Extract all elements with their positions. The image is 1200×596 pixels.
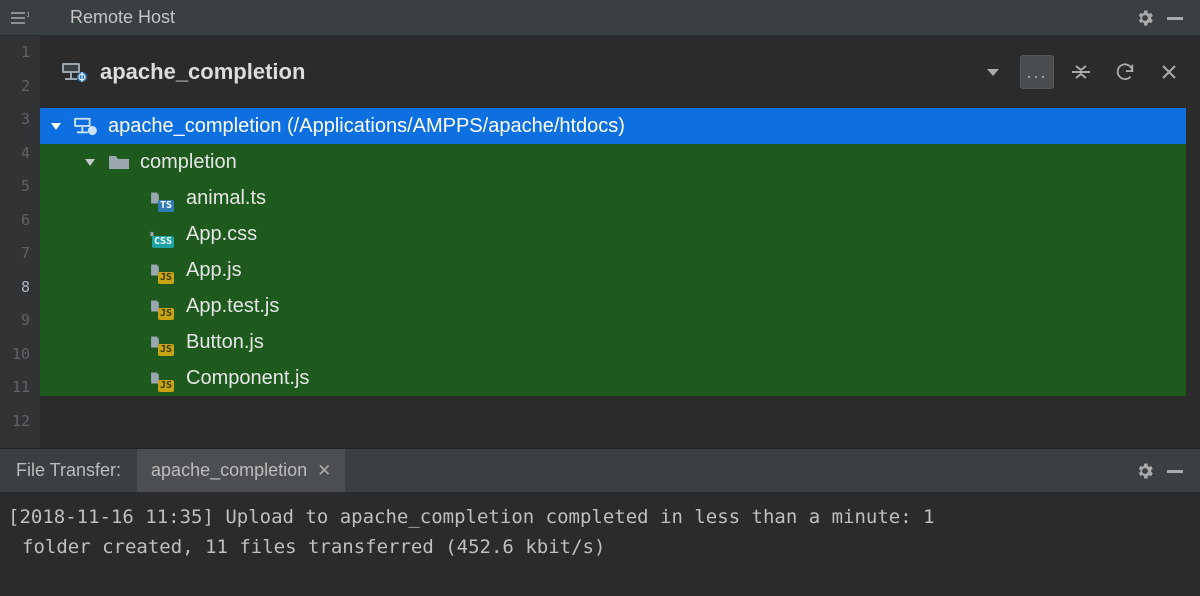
file-transfer-title: File Transfer: [0,460,137,481]
line-number: 10 [0,338,40,372]
tree-node-label: Component.js [186,367,309,390]
line-number: 6 [0,204,40,238]
server-toolbar: apache_completion ... [40,36,1200,108]
log-line: [2018-11-16 11:35] Upload to apache_comp… [8,506,935,528]
browse-button[interactable]: ... [1020,55,1054,89]
close-icon[interactable] [1152,55,1186,89]
tree-node-file[interactable]: JS App.test.js [40,288,1186,324]
line-number: 11 [0,371,40,405]
tree-node-file[interactable]: JS Component.js [40,360,1186,396]
tree-node-label: App.test.js [186,295,279,318]
remote-host-panel: apache_completion ... [40,36,1200,448]
css-file-icon: CSS [150,224,176,244]
tree-node-folder[interactable]: completion [40,144,1186,180]
server-dropdown-icon[interactable] [976,55,1010,89]
hide-icon[interactable] [1160,3,1190,33]
js-file-icon: JS [150,368,176,388]
file-transfer-log[interactable]: [2018-11-16 11:35] Upload to apache_comp… [0,492,1200,596]
file-transfer-header: File Transfer: apache_completion ✕ [0,448,1200,492]
collapse-all-icon[interactable] [1064,55,1098,89]
tree-node-file[interactable]: JS Button.js [40,324,1186,360]
js-file-icon: JS [150,260,176,280]
server-name: apache_completion [100,59,305,85]
tree-node-file[interactable]: JS App.js [40,252,1186,288]
line-number: 7 [0,237,40,271]
line-number: 4 [0,137,40,171]
editor-gutter: 1 2 3 4 5 6 7 8 9 10 11 12 [0,36,40,448]
tree-node-label: App.js [186,259,242,282]
tree-node-root[interactable]: apache_completion (/Applications/AMPPS/a… [40,108,1186,144]
file-transfer-tab-label: apache_completion [151,460,307,481]
tab-close-icon[interactable]: ✕ [317,461,331,481]
toolwindow-title: Remote Host [70,7,175,28]
refresh-icon[interactable] [1108,55,1142,89]
line-number: 8 [0,271,40,305]
tree-node-file[interactable]: TS animal.ts [40,180,1186,216]
tree-node-label: App.css [186,223,257,246]
line-number: 5 [0,170,40,204]
js-file-icon: JS [150,296,176,316]
tree-node-label: Button.js [186,331,264,354]
chevron-down-icon[interactable] [84,156,98,168]
server-icon [62,61,88,83]
tree-node-file[interactable]: CSS App.css [40,216,1186,252]
tree-node-label: animal.ts [186,187,266,210]
gutter-menu-icon[interactable]: 1 [0,11,40,25]
js-file-icon: JS [150,332,176,352]
file-transfer-tab[interactable]: apache_completion ✕ [137,449,345,492]
gear-icon[interactable] [1130,456,1160,486]
line-number: 3 [0,103,40,137]
chevron-down-icon[interactable] [50,120,64,132]
line-number: 1 [0,36,40,70]
tree-node-label: completion [140,151,237,174]
folder-icon [108,153,130,171]
log-line: folder created, 11 files transferred (45… [8,532,1192,562]
line-number: 2 [0,70,40,104]
tree-node-label: apache_completion (/Applications/AMPPS/a… [108,115,625,138]
toolwindow-header: 1 Remote Host [0,0,1200,36]
svg-text:1: 1 [26,11,29,19]
line-number: 12 [0,405,40,439]
hide-icon[interactable] [1160,456,1190,486]
line-number: 9 [0,304,40,338]
gear-icon[interactable] [1130,3,1160,33]
remote-tree[interactable]: apache_completion (/Applications/AMPPS/a… [40,108,1200,448]
server-icon [74,116,98,136]
server-selector[interactable]: apache_completion [62,59,966,85]
ts-file-icon: TS [150,188,176,208]
